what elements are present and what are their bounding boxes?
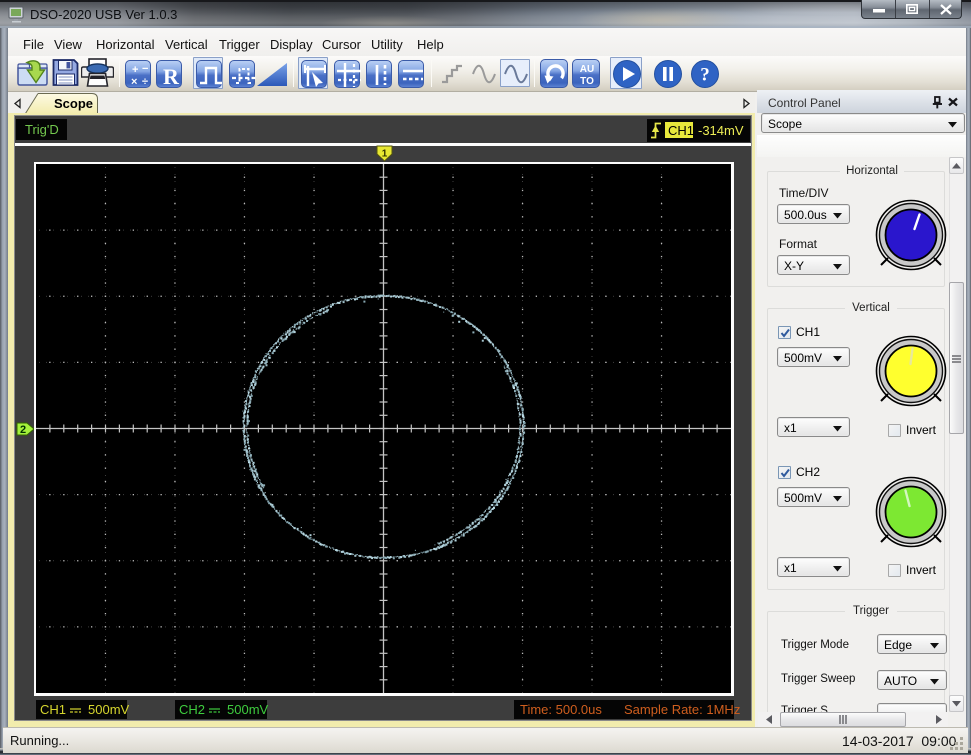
svg-text:2: 2 xyxy=(20,424,26,436)
svg-text:?: ? xyxy=(700,65,710,86)
svg-text:AU: AU xyxy=(580,64,594,75)
svg-text:÷: ÷ xyxy=(142,76,148,88)
svg-text:−: − xyxy=(142,63,148,75)
svg-text:R: R xyxy=(163,64,180,89)
svg-text:+: + xyxy=(132,64,138,76)
svg-text:1: 1 xyxy=(382,149,388,160)
svg-text:TO: TO xyxy=(580,76,594,87)
svg-text:×: × xyxy=(131,76,137,88)
